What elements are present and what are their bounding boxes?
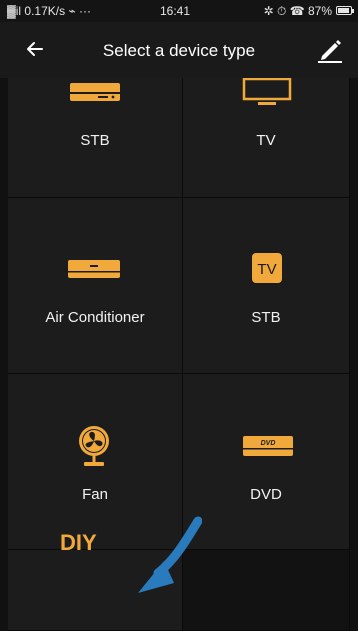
svg-text:TV: TV <box>257 261 276 278</box>
device-tile-stb-tv[interactable]: TV STB <box>183 198 350 374</box>
tv-icon <box>242 78 292 105</box>
svg-text:DVD: DVD <box>261 440 276 447</box>
annotation-arrow-icon <box>138 516 202 593</box>
status-bar: ▓il 0.17K/s ⌁ ··· 16:41 ✲ ⏱ ☎ 87% <box>0 0 358 22</box>
device-tile-tv[interactable]: TV <box>183 78 350 198</box>
device-label: TV <box>256 132 276 149</box>
device-tile-air-conditioner[interactable]: Air Conditioner <box>8 198 183 374</box>
device-label: STB <box>80 132 110 149</box>
device-label: DVD <box>250 486 282 503</box>
clock: 16:41 <box>160 4 191 18</box>
air-conditioner-icon <box>68 260 120 278</box>
device-tile-dvd[interactable]: DVD DVD <box>183 374 350 550</box>
pencil-icon[interactable] <box>316 34 344 64</box>
device-label: STB <box>251 309 281 326</box>
fan-icon <box>79 426 109 466</box>
page-title: Select a device type <box>102 41 256 60</box>
stb-tv-badge-icon: TV <box>252 253 282 283</box>
device-tile-stb[interactable]: STB <box>8 78 183 198</box>
device-label: Air Conditioner <box>45 309 145 326</box>
signal-speed: ▓il 0.17K/s ⌁ ··· <box>7 4 91 18</box>
dvd-player-icon: DVD <box>243 436 293 456</box>
status-icons: ✲ ⏱ ☎ 87% <box>263 4 332 18</box>
set-top-box-icon <box>70 83 120 101</box>
diy-label: DIY <box>60 530 97 555</box>
app-header: Select a device type <box>0 22 358 78</box>
empty-tile <box>183 550 350 631</box>
battery-icon <box>336 6 354 15</box>
device-label: Fan <box>82 486 108 503</box>
